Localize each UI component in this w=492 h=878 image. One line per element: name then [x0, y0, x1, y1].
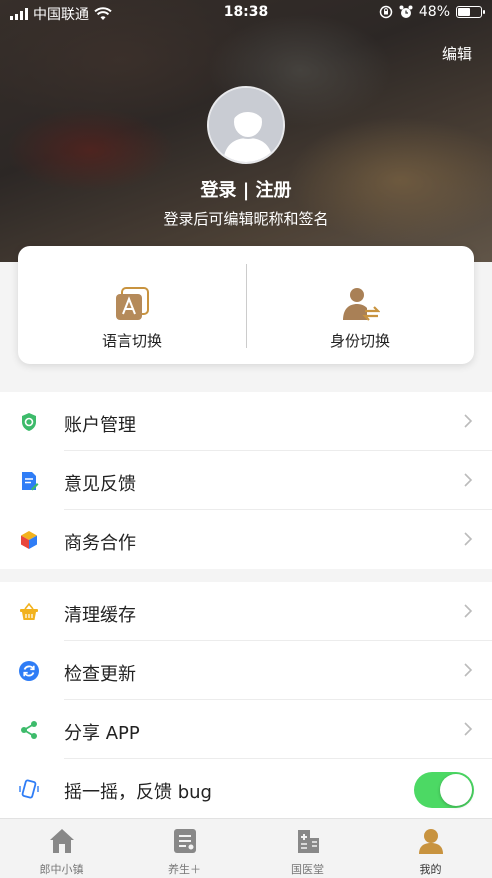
menu-group-account: 账户管理 意见反馈 商务合作: [0, 392, 492, 569]
login-register-link[interactable]: 登录 | 注册: [0, 176, 492, 202]
menu-row-business-cooperation[interactable]: 商务合作: [0, 510, 492, 569]
toggle-knob: [440, 774, 472, 806]
tab-label: 国医堂: [291, 863, 324, 876]
clear-cache-label: 清理缓存: [64, 605, 136, 626]
hospital-icon: [297, 830, 319, 853]
menu-row-feedback[interactable]: 意见反馈: [0, 451, 492, 510]
tab-clinic[interactable]: 国医堂: [246, 819, 369, 878]
avatar[interactable]: [207, 86, 285, 164]
orientation-lock-icon: [379, 5, 393, 19]
language-switch-icon: [116, 287, 149, 320]
battery-icon: [456, 6, 485, 18]
battery-percent: 48%: [418, 4, 450, 20]
menu-row-clear-cache[interactable]: 清理缓存: [0, 582, 492, 641]
shake-feedback-label: 摇一摇，反馈 bug: [64, 782, 212, 803]
edit-profile-button[interactable]: 编辑: [442, 43, 472, 64]
menu-row-account-management[interactable]: 账户管理: [0, 392, 492, 451]
share-app-label: 分享 APP: [64, 723, 140, 744]
phone-shake-icon: [19, 779, 39, 799]
language-switch-button[interactable]: 语言切换: [18, 246, 246, 364]
menu-row-check-update[interactable]: 检查更新: [0, 641, 492, 700]
cube-icon: [21, 531, 37, 549]
tab-wellness[interactable]: 养生＋: [123, 819, 246, 878]
alarm-icon: [399, 5, 413, 18]
tab-label: 郎中小镇: [39, 863, 84, 876]
account-management-label: 账户管理: [64, 415, 136, 436]
refresh-icon: [19, 661, 39, 681]
business-cooperation-label: 商务合作: [64, 533, 136, 554]
tab-label: 我的: [419, 863, 442, 876]
chevron-right-icon: [464, 473, 473, 487]
chevron-right-icon: [464, 722, 473, 736]
bottom-tab-bar: 郎中小镇 养生＋ 国医堂 我的: [0, 818, 492, 878]
wellness-icon: [173, 829, 196, 853]
chevron-right-icon: [464, 532, 473, 546]
menu-row-shake-feedback: 摇一摇，反馈 bug: [0, 759, 492, 818]
profile-icon: [418, 829, 443, 854]
feedback-doc-icon: [22, 472, 39, 491]
basket-icon: [20, 602, 38, 620]
tab-town[interactable]: 郎中小镇: [0, 819, 123, 878]
login-hint-text: 登录后可编辑昵称和签名: [163, 210, 329, 228]
chevron-right-icon: [464, 414, 473, 428]
status-bar: 中国联通 18:38 48%: [0, 0, 492, 26]
menu-group-settings: 清理缓存 检查更新 分享 APP 摇一摇，反馈 bug: [0, 582, 492, 818]
shake-feedback-toggle[interactable]: [414, 772, 474, 808]
menu-row-share-app[interactable]: 分享 APP: [0, 700, 492, 759]
tab-label: 养生＋: [168, 863, 201, 876]
language-switch-label: 语言切换: [101, 332, 162, 350]
home-icon: [49, 829, 74, 853]
switch-card: 语言切换 身份切换: [18, 246, 474, 364]
check-update-label: 检查更新: [64, 664, 136, 685]
identity-switch-label: 身份切换: [329, 332, 390, 350]
tab-mine[interactable]: 我的: [369, 819, 492, 878]
feedback-label: 意见反馈: [64, 474, 136, 495]
chevron-right-icon: [464, 663, 473, 677]
chevron-right-icon: [464, 604, 473, 618]
share-icon: [21, 721, 37, 739]
identity-switch-button[interactable]: 身份切换: [246, 246, 474, 364]
identity-switch-icon: [343, 288, 380, 321]
account-shield-icon: [22, 413, 36, 431]
